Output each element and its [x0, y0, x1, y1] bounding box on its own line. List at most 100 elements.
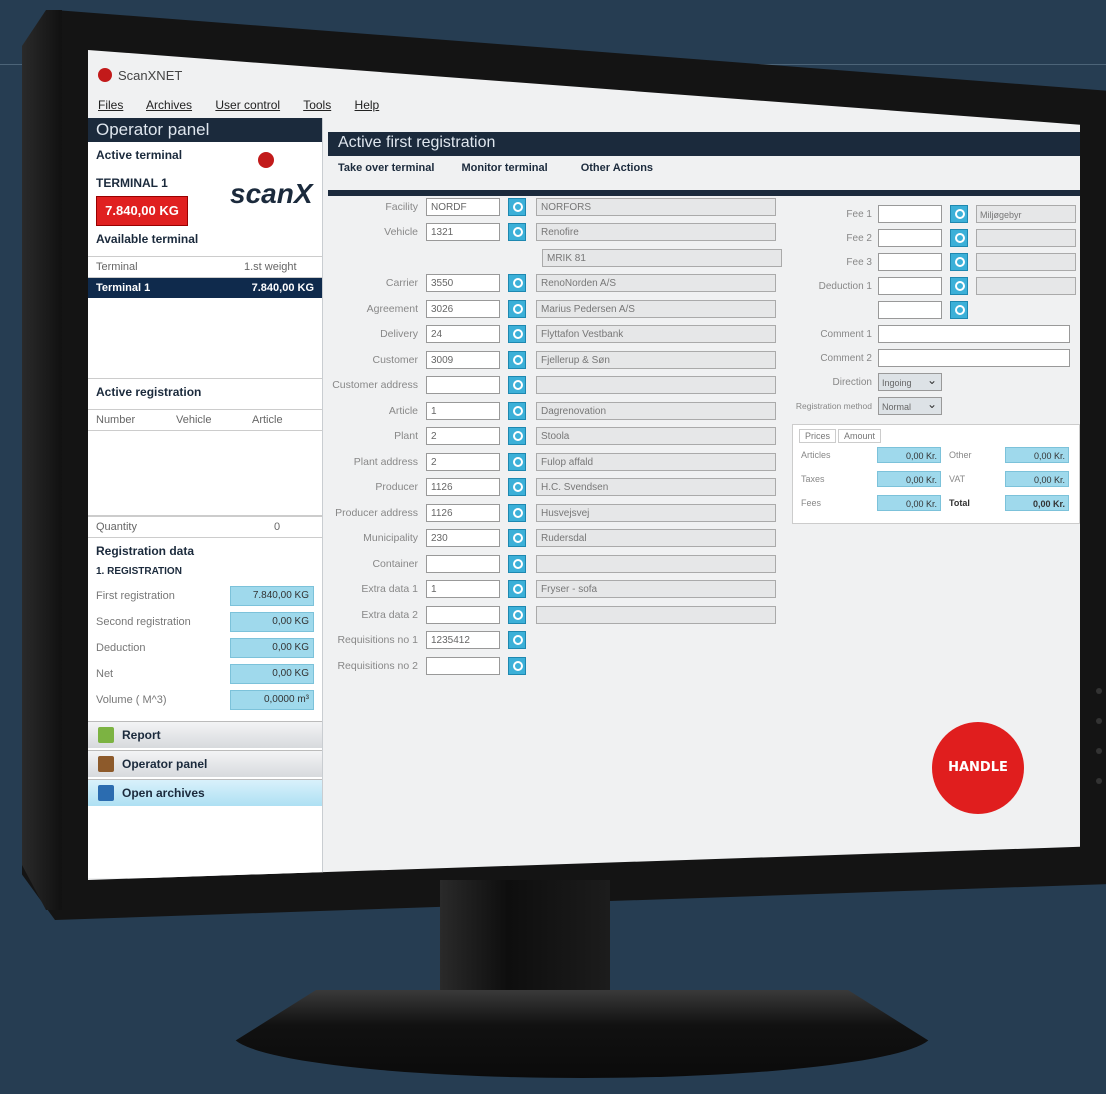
field-input[interactable]: 3026 [426, 299, 500, 318]
field-input[interactable]: 1235412 [426, 631, 500, 650]
menu-files[interactable]: Files [98, 98, 123, 112]
field-description [536, 376, 776, 395]
table-row[interactable]: Terminal 1 7.840,00 KG [88, 278, 322, 298]
field-input[interactable]: 3550 [426, 274, 500, 293]
menu-user-control[interactable]: User control [215, 98, 280, 112]
fee-input[interactable] [878, 253, 942, 271]
field-input[interactable]: 24 [426, 325, 500, 344]
tab-take-over-terminal[interactable]: Take over terminal [338, 162, 434, 174]
field-label: Extra data 2 [361, 608, 418, 621]
lookup-search-icon[interactable] [508, 427, 526, 446]
lookup-search-icon[interactable] [950, 229, 968, 247]
tab-other-actions[interactable]: Other Actions [581, 162, 653, 174]
tab-prices[interactable]: Prices [799, 429, 837, 443]
price-value: 0,00 Kr. [1005, 495, 1069, 511]
reg-label: Volume ( M^3) [96, 694, 167, 706]
tab-monitor-terminal[interactable]: Monitor terminal [461, 162, 547, 174]
field-input[interactable]: 1 [426, 580, 500, 599]
fee-input[interactable] [878, 229, 942, 247]
comment2-row: Comment 2 [792, 346, 1080, 370]
handle-button[interactable]: HANDLE [932, 722, 1024, 814]
form-row: Facility NORDF NORFORS [328, 194, 788, 220]
lookup-search-icon[interactable] [508, 478, 526, 497]
form-row: Producer address 1126 Husvejsvej [328, 500, 788, 526]
field-input[interactable]: 1 [426, 401, 500, 420]
field-label: Plant [394, 430, 418, 443]
form-row: Plant 2 Stoola [328, 424, 788, 450]
lookup-search-icon[interactable] [508, 197, 526, 216]
main-panel: Active first registration Take over term… [328, 132, 1080, 872]
lookup-search-icon[interactable] [508, 605, 526, 624]
lookup-search-icon[interactable] [508, 376, 526, 395]
col-number: Number [96, 414, 136, 426]
field-input[interactable]: 1126 [426, 503, 500, 522]
field-description [536, 554, 776, 573]
menu-help[interactable]: Help [355, 98, 380, 112]
field-input[interactable] [426, 605, 500, 624]
field-label: Plant address [353, 455, 418, 468]
method-select[interactable]: Normal [878, 395, 942, 415]
lookup-search-icon[interactable] [508, 554, 526, 573]
form-row: Vehicle 1321 Renofire [328, 220, 788, 246]
lookup-search-icon[interactable] [508, 656, 526, 675]
registration-form: Facility NORDF NORFORS Vehicle 1321 Renofire M… [328, 194, 788, 679]
lookup-search-icon[interactable] [508, 401, 526, 420]
lookup-search-icon[interactable] [950, 205, 968, 223]
reg-second: Second registration 0,00 KG [88, 609, 322, 635]
field-input[interactable] [426, 656, 500, 675]
menu-archives[interactable]: Archives [146, 98, 192, 112]
form-row: Extra data 2 [328, 602, 788, 628]
form-row: Delivery 24 Flyttafon Vestbank [328, 322, 788, 348]
reg-label: Deduction [96, 642, 146, 654]
archives-icon [98, 785, 114, 801]
menu-tools[interactable]: Tools [303, 98, 331, 112]
fee-input[interactable] [878, 205, 942, 223]
table-header: Number Vehicle Article [88, 409, 322, 431]
lookup-search-icon[interactable] [508, 223, 526, 242]
lookup-search-icon[interactable] [508, 503, 526, 522]
field-input[interactable] [426, 554, 500, 573]
lookup-search-icon[interactable] [508, 299, 526, 318]
lookup-search-icon[interactable] [508, 580, 526, 599]
lookup-search-icon[interactable] [508, 350, 526, 369]
field-input[interactable]: 2 [426, 452, 500, 471]
available-terminal-table: Terminal 1.st weight Terminal 1 7.840,00… [88, 256, 322, 379]
field-label: Extra data 1 [361, 583, 418, 596]
fee-row: Fee 1 Miljøgebyr [792, 202, 1080, 226]
field-input[interactable]: NORDF [426, 197, 500, 216]
field-description: NORFORS [536, 197, 776, 216]
lookup-search-icon[interactable] [950, 277, 968, 295]
price-value: 0,00 Kr. [877, 495, 941, 511]
field-label: Article [388, 404, 418, 417]
field-input[interactable]: 230 [426, 529, 500, 548]
lookup-search-icon[interactable] [950, 253, 968, 271]
reg-first: First registration 7.840,00 KG [88, 583, 322, 609]
row-terminal: Terminal 1 [96, 282, 151, 294]
open-archives-button[interactable]: Open archives [88, 779, 322, 806]
operator-panel-button[interactable]: Operator panel [88, 750, 322, 777]
report-button[interactable]: Report [88, 721, 322, 748]
field-input[interactable]: 1321 [426, 223, 500, 242]
price-label: Fees [801, 498, 822, 508]
field-input[interactable]: 1126 [426, 478, 500, 497]
field-input[interactable]: 2 [426, 427, 500, 446]
fee-input[interactable] [878, 277, 942, 295]
field-input[interactable]: 3009 [426, 350, 500, 369]
comment1-input[interactable] [878, 325, 1070, 343]
lookup-search-icon[interactable] [508, 452, 526, 471]
lookup-search-icon[interactable] [950, 301, 968, 319]
lookup-search-icon[interactable] [508, 325, 526, 344]
fee-input[interactable] [878, 301, 942, 319]
lookup-search-icon[interactable] [508, 529, 526, 548]
direction-row: Direction Ingoing [792, 370, 1080, 394]
field-label: Agreement [366, 302, 418, 315]
lookup-search-icon[interactable] [508, 274, 526, 293]
tab-amount[interactable]: Amount [838, 429, 882, 443]
lookup-search-icon[interactable] [508, 631, 526, 650]
active-registration-label: Active registration [96, 385, 202, 399]
comment2-input[interactable] [878, 349, 1070, 367]
direction-select[interactable]: Ingoing [878, 371, 942, 391]
field-input[interactable] [426, 376, 500, 395]
field-label: Delivery [380, 328, 418, 341]
field-label: Container [372, 557, 418, 570]
